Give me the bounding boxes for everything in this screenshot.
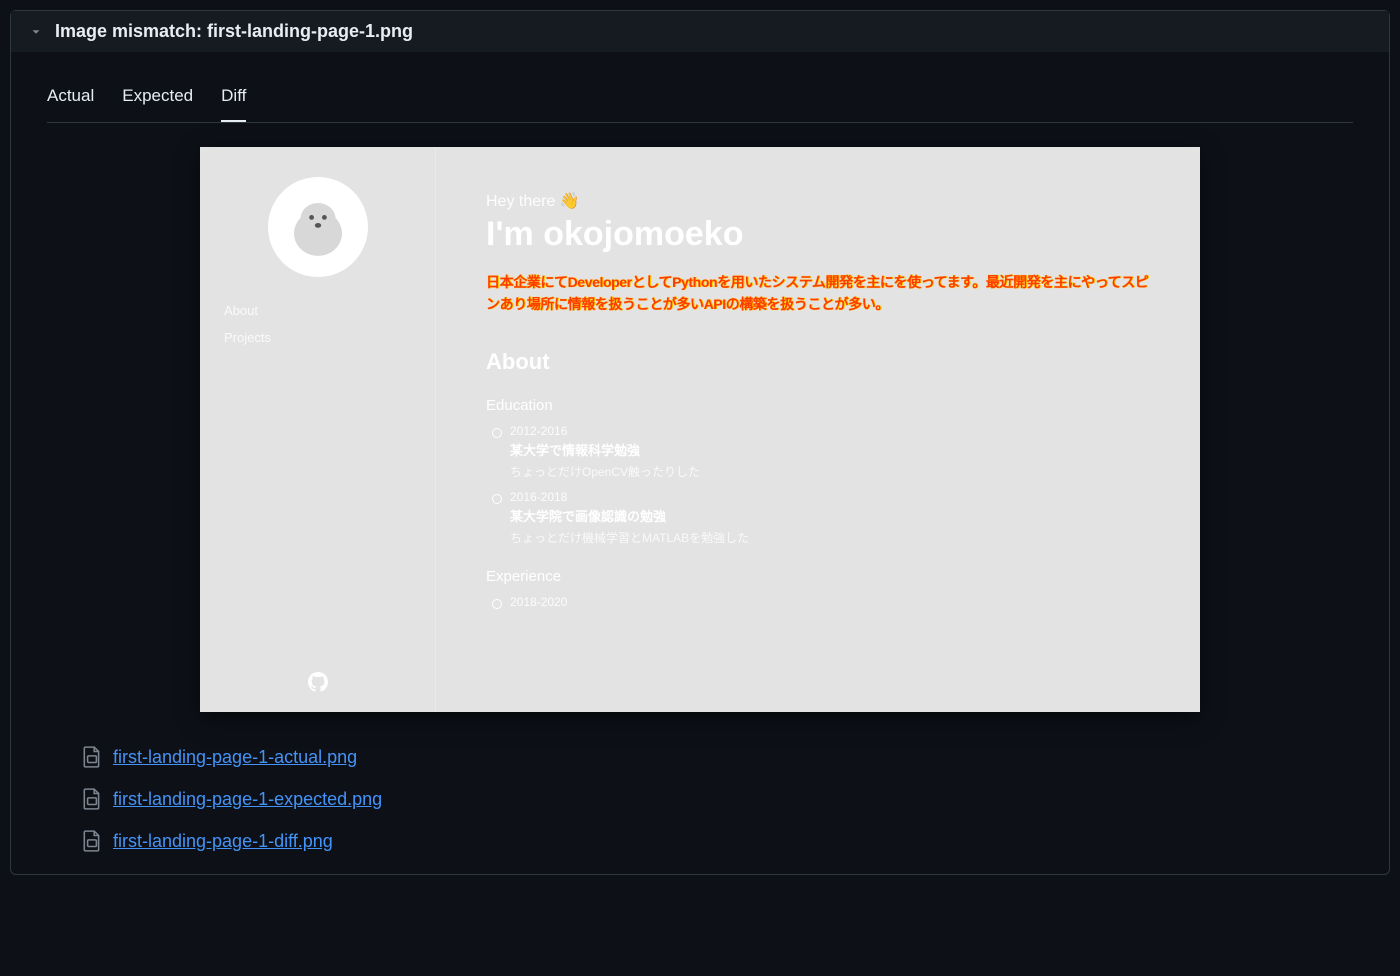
education-desc: ちょっとだけ機械学習とMATLABを勉強した — [510, 529, 1150, 546]
sidebar-item-projects: Projects — [224, 324, 435, 351]
tab-diff[interactable]: Diff — [221, 76, 246, 122]
attachment-row: first-landing-page-1-diff.png — [83, 820, 1353, 862]
im-heading: I'm okojomoeko — [486, 215, 1150, 254]
tab-actual[interactable]: Actual — [47, 76, 94, 122]
diff-image: About Projects Hey there 👋 I'm okojomoek… — [200, 147, 1200, 712]
file-icon — [83, 746, 101, 768]
education-desc: ちょっとだけOpenCV触ったりした — [510, 463, 1150, 480]
education-years: 2016-2018 — [510, 490, 1150, 504]
experience-item: 2018-2020 — [486, 595, 1150, 609]
otter-icon — [278, 187, 358, 267]
attachment-row: first-landing-page-1-expected.png — [83, 778, 1353, 820]
mismatch-panel: Image mismatch: first-landing-page-1.png… — [10, 10, 1390, 875]
education-heading: Education — [486, 397, 1150, 414]
diff-main: Hey there 👋 I'm okojomoeko 日本企業にてDevelop… — [436, 147, 1200, 712]
diff-sidebar-nav: About Projects — [200, 297, 435, 351]
chevron-down-icon — [29, 25, 43, 39]
tab-expected[interactable]: Expected — [122, 76, 193, 122]
experience-heading: Experience — [486, 568, 1150, 585]
file-icon — [83, 788, 101, 810]
education-years: 2012-2016 — [510, 424, 1150, 438]
panel-title: Image mismatch: first-landing-page-1.png — [55, 21, 413, 42]
avatar — [268, 177, 368, 277]
panel-header[interactable]: Image mismatch: first-landing-page-1.png — [11, 11, 1389, 52]
attachment-row: first-landing-page-1-actual.png — [83, 736, 1353, 778]
attachment-link-expected[interactable]: first-landing-page-1-expected.png — [113, 789, 382, 810]
education-item: 2012-2016 某大学で情報科学勉強 ちょっとだけOpenCV触ったりした — [486, 424, 1150, 480]
panel-body: Actual Expected Diff About — [11, 52, 1389, 874]
experience-years: 2018-2020 — [510, 595, 1150, 609]
education-title: 某大学院で画像認識の勉強 — [510, 506, 1150, 525]
sidebar-item-about: About — [224, 297, 435, 324]
hey-there: Hey there 👋 — [486, 191, 1150, 211]
about-heading: About — [486, 349, 1150, 375]
github-icon — [308, 672, 328, 692]
tabs: Actual Expected Diff — [47, 76, 1353, 123]
attachment-link-actual[interactable]: first-landing-page-1-actual.png — [113, 747, 357, 768]
attachments: first-landing-page-1-actual.png first-la… — [47, 736, 1353, 862]
file-icon — [83, 830, 101, 852]
education-item: 2016-2018 某大学院で画像認識の勉強 ちょっとだけ機械学習とMATLAB… — [486, 490, 1150, 546]
education-title: 某大学で情報科学勉強 — [510, 440, 1150, 459]
diff-highlight-text: 日本企業にてDeveloperとしてPythonを用いたシステム開発を主にを使っ… — [486, 272, 1150, 315]
diff-sidebar: About Projects — [200, 147, 436, 712]
attachment-link-diff[interactable]: first-landing-page-1-diff.png — [113, 831, 333, 852]
